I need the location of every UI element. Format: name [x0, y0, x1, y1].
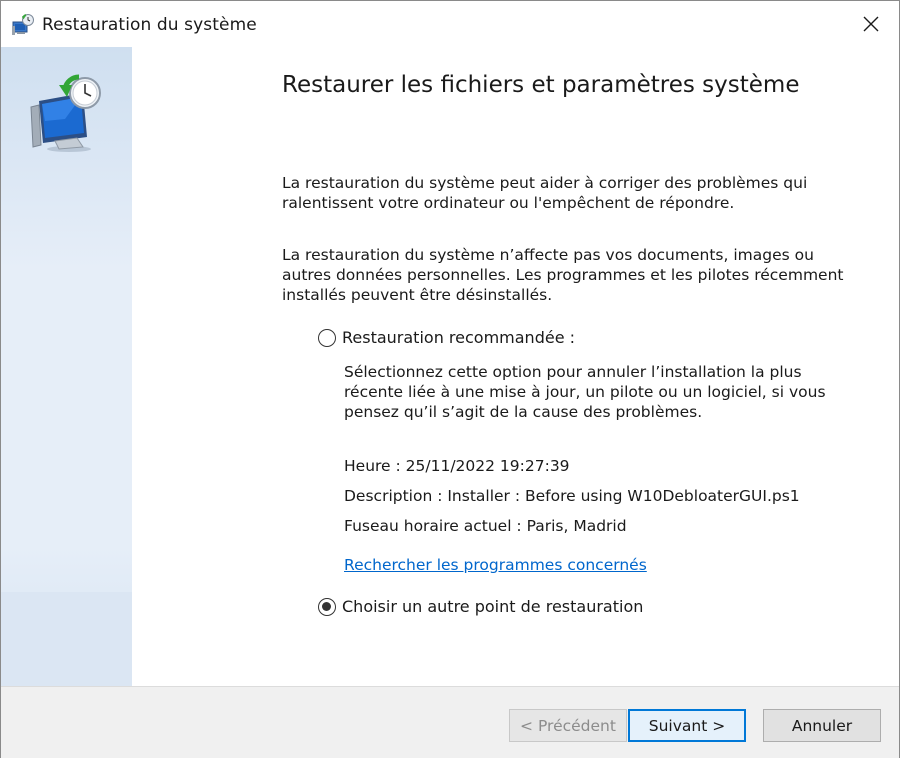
sidebar-bottom-band: [1, 592, 132, 686]
info-paragraph: La restauration du système n’affecte pas…: [282, 246, 844, 304]
next-button[interactable]: Suivant >: [628, 709, 746, 742]
cancel-button[interactable]: Annuler: [763, 709, 881, 742]
recommended-restore-radio[interactable]: [318, 329, 336, 347]
main-content: Restaurer les fichiers et paramètres sys…: [132, 47, 899, 686]
close-icon: [863, 16, 879, 32]
system-restore-icon: [11, 13, 35, 37]
previous-button[interactable]: < Précédent: [509, 709, 627, 742]
title-bar: Restauration du système: [1, 1, 899, 47]
recommended-restore-description: Sélectionnez cette option pour annuler l…: [344, 363, 826, 421]
restore-point-time: Heure : 25/11/2022 19:27:39: [344, 457, 570, 475]
recommended-restore-label[interactable]: Restauration recommandée :: [342, 328, 575, 347]
system-restore-hero-icon: [25, 71, 109, 155]
page-title: Restaurer les fichiers et paramètres sys…: [282, 72, 800, 98]
dialog-footer: < Précédent Suivant > Annuler: [1, 686, 899, 758]
close-button[interactable]: [843, 1, 899, 47]
restore-point-description: Description : Installer : Before using W…: [344, 487, 800, 505]
other-restore-point-label[interactable]: Choisir un autre point de restauration: [342, 597, 643, 616]
intro-paragraph: La restauration du système peut aider à …: [282, 174, 808, 212]
scan-affected-programs-link[interactable]: Rechercher les programmes concernés: [344, 556, 647, 574]
window-title: Restauration du système: [42, 15, 257, 35]
restore-point-timezone: Fuseau horaire actuel : Paris, Madrid: [344, 517, 627, 535]
sidebar-panel: [1, 47, 132, 686]
system-restore-window: Restauration du système Restaurer les fi…: [0, 0, 900, 758]
other-restore-point-radio[interactable]: [318, 598, 336, 616]
